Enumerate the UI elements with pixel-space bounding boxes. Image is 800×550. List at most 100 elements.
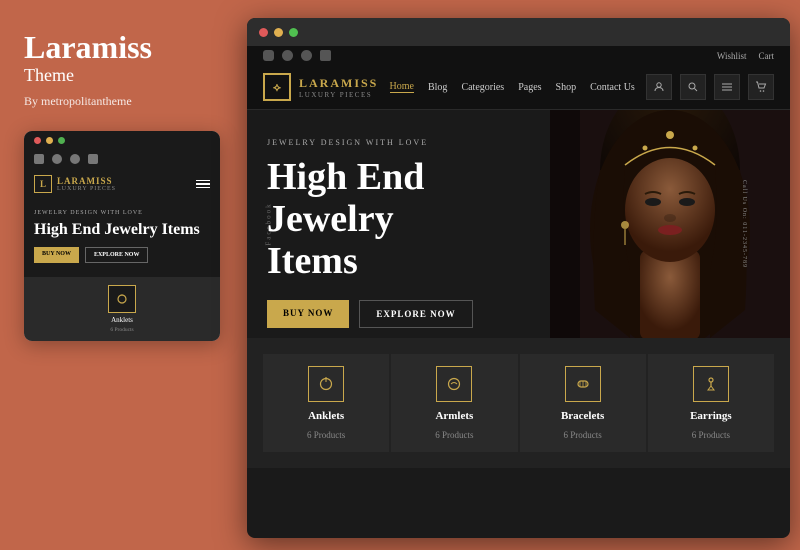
mobile-anklets-icon-box [108, 285, 136, 313]
mobile-explore-now-button[interactable]: EXPLORE NOW [85, 247, 149, 263]
browser-dot-green[interactable] [289, 28, 298, 37]
explore-now-button[interactable]: EXPLORE NOW [359, 300, 472, 328]
mobile-nav: L LARAMISS LUXURY PIECES [24, 168, 220, 200]
site-social-right: Wishlist Cart [717, 51, 774, 61]
mobile-social-bar [24, 150, 220, 168]
browser-topbar [247, 18, 790, 46]
left-panel: Laramiss Theme By metropolitantheme L LA… [0, 0, 240, 550]
mobile-logo-name: LARAMISS [57, 176, 116, 186]
earrings-icon [702, 375, 720, 393]
mobile-preview: L LARAMISS LUXURY PIECES JEWELRY DESIGN … [24, 131, 220, 341]
mobile-logo-symbol: L [40, 179, 46, 189]
hero-title-line2: Jewelry [267, 198, 394, 240]
site-nav-icons [646, 74, 774, 100]
mobile-topbar [24, 131, 220, 150]
earrings-label: Earrings [690, 410, 732, 422]
mobile-hero-eyebrow: JEWELRY DESIGN WITH LOVE [34, 210, 210, 216]
anklets-label: Anklets [308, 410, 344, 422]
armlets-icon [445, 375, 463, 393]
anklets-icon [317, 375, 335, 393]
bracelets-count: 6 Products [564, 430, 602, 440]
mobile-anklets-icon [115, 292, 129, 306]
site-logo-sub: LUXURY PIECES [299, 91, 378, 99]
hero-content: JEWELRY DESIGN WITH LOVE High End Jewelr… [247, 110, 550, 338]
mobile-dot-red [34, 137, 41, 144]
nav-link-categories[interactable]: Categories [461, 82, 504, 93]
site-pinterest-icon[interactable] [301, 50, 312, 61]
bracelets-icon-box [565, 366, 601, 402]
armlets-icon-box [436, 366, 472, 402]
site-social-icons [263, 50, 331, 61]
site-logo: ⟡ LARAMISS LUXURY PIECES [263, 73, 378, 101]
mobile-category-label: Anklets [111, 316, 133, 324]
hero-buttons: BUY NOW EXPLORE NOW [267, 300, 530, 328]
brand-subtitle: Theme [24, 65, 216, 86]
hero-title-line3: Items [267, 240, 358, 282]
nav-link-contact[interactable]: Contact Us [590, 82, 635, 93]
category-card-anklets[interactable]: Anklets 6 Products [263, 354, 389, 452]
category-card-earrings[interactable]: Earrings 6 Products [648, 354, 774, 452]
hero-image: Call Us On: 011-2345-789 [550, 110, 790, 338]
site-logo-text-area: LARAMISS LUXURY PIECES [299, 76, 378, 99]
hamburger-line-1 [196, 180, 210, 182]
buy-now-button[interactable]: BUY NOW [267, 300, 349, 328]
bracelets-icon [574, 375, 592, 393]
site-social-bar: Wishlist Cart [247, 46, 790, 65]
hero-title-line1: High End [267, 156, 424, 198]
hero-title: High End Jewelry Items [267, 157, 530, 282]
cart-icon [755, 81, 767, 93]
earrings-icon-box [693, 366, 729, 402]
mobile-dot-green [58, 137, 65, 144]
nav-link-blog[interactable]: Blog [428, 82, 447, 93]
mobile-logo-icon: L [34, 175, 52, 193]
cart-link[interactable]: Cart [759, 51, 775, 61]
mobile-dot-yellow [46, 137, 53, 144]
nav-link-home[interactable]: Home [390, 81, 414, 93]
mobile-category-anklets[interactable]: Anklets 6 Products [108, 285, 136, 333]
site-logo-icon: ⟡ [263, 73, 291, 101]
armlets-count: 6 Products [435, 430, 473, 440]
category-card-armlets[interactable]: Armlets 6 Products [391, 354, 517, 452]
search-icon [687, 81, 699, 93]
mobile-social-pinterest [70, 154, 80, 164]
site-logo-symbol: ⟡ [273, 80, 281, 95]
mobile-social-linkedin [88, 154, 98, 164]
hamburger-line-2 [196, 183, 210, 185]
browser-dot-yellow[interactable] [274, 28, 283, 37]
site-hero: JEWELRY DESIGN WITH LOVE High End Jewelr… [247, 110, 790, 338]
hero-eyebrow: JEWELRY DESIGN WITH LOVE [267, 138, 530, 147]
wishlist-link[interactable]: Wishlist [717, 51, 747, 61]
mobile-logo-sub: LUXURY PIECES [57, 186, 116, 192]
nav-link-pages[interactable]: Pages [518, 82, 541, 93]
mobile-hamburger-icon[interactable] [196, 180, 210, 189]
brand-by: By metropolitantheme [24, 94, 216, 109]
site-logo-name: LARAMISS [299, 76, 378, 91]
user-icon [653, 81, 665, 93]
mobile-category-row: Anklets 6 Products [24, 277, 220, 341]
site-linkedin-icon[interactable] [320, 50, 331, 61]
bracelets-label: Bracelets [561, 410, 604, 422]
hamburger-line-3 [196, 187, 210, 189]
brand-name: Laramiss [24, 30, 216, 65]
menu-icon-button[interactable] [714, 74, 740, 100]
mobile-social-twitter [52, 154, 62, 164]
site-facebook-icon[interactable] [263, 50, 274, 61]
site-twitter-icon[interactable] [282, 50, 293, 61]
site-categories: Anklets 6 Products Armlets 6 Products [247, 338, 790, 468]
hero-portrait-svg [550, 110, 790, 338]
mobile-social-facebook [34, 154, 44, 164]
search-icon-button[interactable] [680, 74, 706, 100]
mobile-hero-title: High End Jewelry Items [34, 220, 210, 239]
anklets-count: 6 Products [307, 430, 345, 440]
site-nav-links: Home Blog Categories Pages Shop Contact … [390, 81, 635, 93]
mobile-logo: L LARAMISS LUXURY PIECES [34, 175, 116, 193]
browser-window: Wishlist Cart ⟡ LARAMISS LUXURY PIECES H… [247, 18, 790, 538]
cart-icon-button[interactable] [748, 74, 774, 100]
user-icon-button[interactable] [646, 74, 672, 100]
category-card-bracelets[interactable]: Bracelets 6 Products [520, 354, 646, 452]
mobile-buy-now-button[interactable]: BUY NOW [34, 247, 79, 263]
hamburger-icon [721, 81, 733, 93]
nav-link-shop[interactable]: Shop [556, 82, 577, 93]
anklets-icon-box [308, 366, 344, 402]
browser-dot-red[interactable] [259, 28, 268, 37]
